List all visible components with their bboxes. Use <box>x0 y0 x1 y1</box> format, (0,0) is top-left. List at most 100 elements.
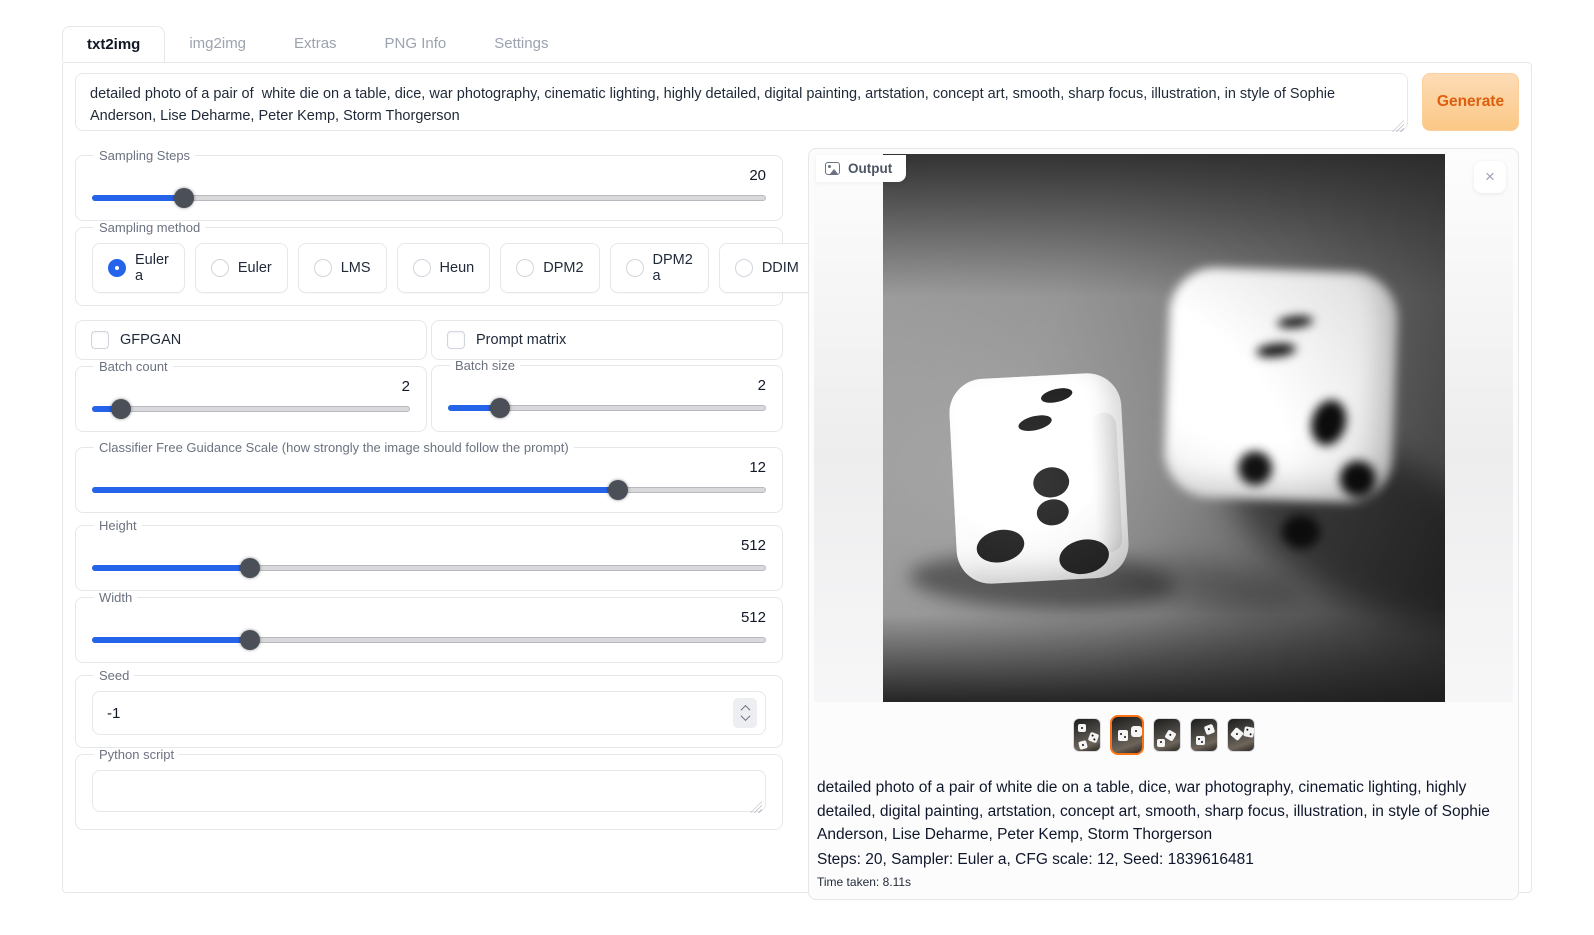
blur-band-left <box>814 154 884 702</box>
tab-settings[interactable]: Settings <box>470 26 572 61</box>
width-group: Width 512 <box>75 590 783 663</box>
slider-thumb[interactable] <box>111 399 131 419</box>
cfg-scale-group: Classifier Free Guidance Scale (how stro… <box>75 440 783 513</box>
die-pip <box>1039 386 1073 406</box>
seed-stepper[interactable] <box>733 698 757 728</box>
python-script-label: Python script <box>94 747 179 762</box>
output-panel: Output × <box>808 148 1519 900</box>
chevron-down-icon[interactable] <box>740 711 750 721</box>
caption-time-text: Time taken: 8.11s <box>817 875 1509 889</box>
radio-icon <box>314 259 332 277</box>
die-pip <box>1306 396 1351 450</box>
app-page: txt2img img2img Extras PNG Info Settings… <box>0 0 1594 935</box>
prompt-row: detailed photo of a pair of white die on… <box>75 73 1519 136</box>
die-pip <box>1276 315 1313 330</box>
seed-input[interactable] <box>92 691 766 735</box>
width-value: 512 <box>92 607 766 630</box>
radio-heun[interactable]: Heun <box>397 243 491 293</box>
batch-count-group: Batch count 2 <box>75 359 427 432</box>
sampling-method-group: Sampling method Euler a Euler LMS Heun D… <box>75 220 783 306</box>
batch-count-value: 2 <box>92 376 410 399</box>
radio-lms[interactable]: LMS <box>298 243 387 293</box>
width-slider[interactable] <box>92 630 766 650</box>
slider-thumb[interactable] <box>608 480 628 500</box>
output-chip: Output <box>816 155 906 182</box>
tab-img2img[interactable]: img2img <box>165 26 270 61</box>
gallery-thumbnail[interactable] <box>1153 718 1181 752</box>
radio-icon <box>413 259 431 277</box>
batch-size-slider[interactable] <box>448 398 766 418</box>
height-slider[interactable] <box>92 558 766 578</box>
gfpgan-label: GFPGAN <box>120 332 181 348</box>
cfg-scale-slider[interactable] <box>92 480 766 500</box>
slider-thumb[interactable] <box>490 398 510 418</box>
slider-thumb[interactable] <box>240 630 260 650</box>
radio-label: Heun <box>440 260 475 276</box>
blur-band-right <box>1443 154 1513 702</box>
tab-png-info[interactable]: PNG Info <box>361 26 471 61</box>
radio-label: LMS <box>341 260 371 276</box>
tab-bar: txt2img img2img Extras PNG Info Settings <box>62 26 572 61</box>
caption-params-text: Steps: 20, Sampler: Euler a, CFG scale: … <box>817 848 1509 871</box>
prompt-matrix-label: Prompt matrix <box>476 332 566 348</box>
checkbox-icon <box>91 331 109 349</box>
output-image-stage <box>814 154 1513 702</box>
slider-thumb[interactable] <box>240 558 260 578</box>
sampling-steps-slider[interactable] <box>92 188 766 208</box>
gallery-thumbnail[interactable] <box>1227 718 1255 752</box>
gfpgan-checkbox[interactable]: GFPGAN <box>75 320 427 360</box>
height-value: 512 <box>92 535 766 558</box>
batch-size-group: Batch size 2 <box>431 358 783 432</box>
die-shadow <box>1196 391 1445 666</box>
slider-track[interactable] <box>92 406 410 412</box>
radio-dpm2[interactable]: DPM2 <box>500 243 599 293</box>
cfg-scale-value: 12 <box>92 457 766 480</box>
sampling-method-label: Sampling method <box>94 220 205 235</box>
tab-txt2img[interactable]: txt2img <box>62 26 165 62</box>
output-image[interactable] <box>883 154 1445 702</box>
cfg-scale-label: Classifier Free Guidance Scale (how stro… <box>94 440 574 455</box>
die-pip <box>1281 514 1320 549</box>
radio-icon <box>626 259 644 277</box>
radio-dpm2-a[interactable]: DPM2 a <box>610 243 709 293</box>
image-icon <box>825 162 840 175</box>
generate-button[interactable]: Generate <box>1422 73 1519 131</box>
batch-count-slider[interactable] <box>92 399 410 419</box>
main-panel: detailed photo of a pair of white die on… <box>62 62 1532 893</box>
python-script-input[interactable] <box>92 770 766 812</box>
settings-column: Sampling Steps 20 Sampling method Euler … <box>75 148 783 830</box>
gallery-thumbnail[interactable] <box>1190 718 1218 752</box>
die-edge-shading <box>1089 412 1122 553</box>
prompt-matrix-checkbox[interactable]: Prompt matrix <box>431 320 783 360</box>
close-icon[interactable]: × <box>1474 161 1506 193</box>
radio-label: DDIM <box>762 260 799 276</box>
checkbox-icon <box>447 331 465 349</box>
sampling-method-options: Euler a Euler LMS Heun DPM2 DPM2 a DDIM … <box>92 243 766 293</box>
batch-count-label: Batch count <box>94 359 173 374</box>
batch-size-value: 2 <box>448 375 766 398</box>
die-pip <box>1255 342 1296 359</box>
tab-extras[interactable]: Extras <box>270 26 361 61</box>
die-pip <box>1034 497 1070 528</box>
gallery-thumbnail[interactable] <box>1110 715 1144 755</box>
seed-label: Seed <box>94 668 134 683</box>
radio-euler-a[interactable]: Euler a <box>92 243 185 293</box>
die-pip <box>1339 460 1376 497</box>
generation-info: detailed photo of a pair of white die on… <box>814 767 1513 889</box>
die-left-focused <box>947 372 1129 586</box>
gallery-thumbnail[interactable] <box>1073 718 1101 752</box>
gallery-thumbnails <box>814 702 1513 767</box>
width-label: Width <box>94 590 137 605</box>
radio-ddim[interactable]: DDIM <box>719 243 815 293</box>
prompt-input[interactable]: detailed photo of a pair of white die on… <box>75 73 1408 131</box>
slider-fill <box>92 487 618 493</box>
radio-euler[interactable]: Euler <box>195 243 288 293</box>
slider-fill <box>92 195 184 201</box>
sampling-steps-group: Sampling Steps 20 <box>75 148 783 221</box>
height-group: Height 512 <box>75 518 783 591</box>
slider-fill <box>92 565 250 571</box>
die-pip <box>1031 465 1071 500</box>
die-pip <box>1056 535 1112 578</box>
die-pip <box>1016 412 1052 433</box>
slider-thumb[interactable] <box>174 188 194 208</box>
